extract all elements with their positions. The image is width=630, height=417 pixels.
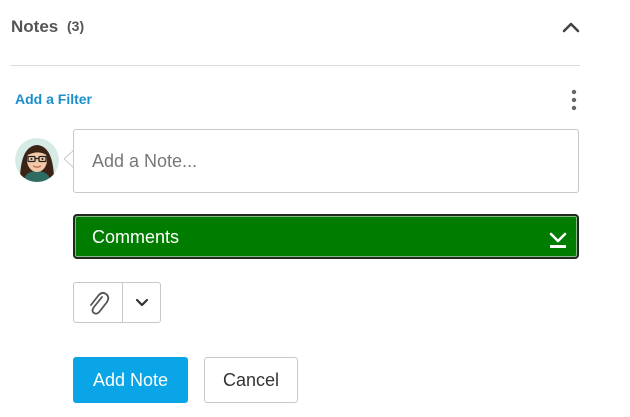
add-filter-link[interactable]: Add a Filter	[15, 91, 92, 107]
notes-title: Notes	[11, 17, 59, 36]
attachment-button-group	[73, 282, 161, 323]
chevron-down-icon	[549, 232, 567, 248]
kebab-menu-icon	[571, 89, 577, 111]
more-options-button[interactable]	[566, 89, 582, 111]
note-input[interactable]	[73, 129, 579, 193]
add-note-button[interactable]: Add Note	[73, 357, 188, 403]
chevron-up-icon	[562, 22, 580, 33]
notes-count: (3)	[67, 18, 85, 34]
category-select[interactable]: Comments	[73, 214, 579, 259]
category-selected-value: Comments	[92, 227, 180, 247]
avatar	[15, 138, 59, 182]
notes-header: Notes (3)	[0, 0, 590, 66]
attach-options-dropdown[interactable]	[122, 282, 161, 323]
user-avatar-icon	[15, 138, 59, 182]
chevron-down-icon	[135, 298, 148, 306]
header-divider	[10, 65, 580, 66]
attach-file-button[interactable]	[73, 282, 123, 323]
cancel-button[interactable]: Cancel	[204, 357, 298, 403]
collapse-button[interactable]	[560, 16, 582, 38]
paperclip-icon	[90, 291, 110, 315]
